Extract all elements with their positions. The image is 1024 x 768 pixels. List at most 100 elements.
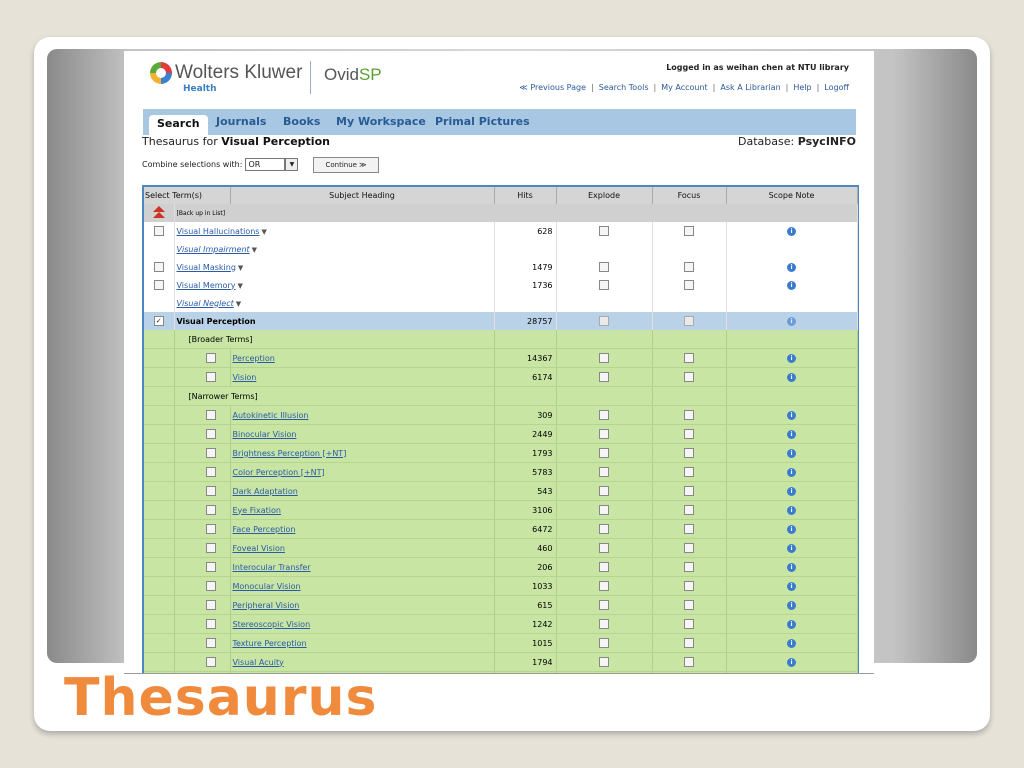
tab-search[interactable]: Search [149,115,208,135]
dropdown-arrow-icon[interactable]: ▼ [285,158,299,171]
expand-arrow-icon[interactable]: ▼ [238,264,243,272]
subject-heading-link[interactable]: Visual Neglect [177,299,234,308]
explode-checkbox[interactable] [599,581,609,591]
subject-heading-link[interactable]: Monocular Vision [233,582,301,591]
term-checkbox[interactable] [206,581,216,591]
term-checkbox[interactable] [206,543,216,553]
subject-heading-link[interactable]: Autokinetic Illusion [233,411,309,420]
logoff-link[interactable]: Logoff [824,83,849,92]
explode-checkbox[interactable] [599,316,609,326]
explode-checkbox[interactable] [599,619,609,629]
my-account-link[interactable]: My Account [661,83,707,92]
term-checkbox[interactable] [206,353,216,363]
subject-heading-link[interactable]: Binocular Vision [233,430,297,439]
explode-checkbox[interactable] [599,543,609,553]
explode-checkbox[interactable] [599,372,609,382]
explode-checkbox[interactable] [599,657,609,667]
focus-checkbox[interactable] [684,353,694,363]
info-icon[interactable]: i [787,506,796,515]
term-checkbox[interactable] [206,505,216,515]
expand-arrow-icon[interactable]: ▼ [237,282,242,290]
explode-checkbox[interactable] [599,486,609,496]
explode-checkbox[interactable] [599,262,609,272]
tab-books[interactable]: Books [283,115,320,128]
focus-checkbox[interactable] [684,581,694,591]
back-up-arrow-icon[interactable] [152,205,165,219]
focus-checkbox[interactable] [684,467,694,477]
info-icon[interactable]: i [787,601,796,610]
subject-heading-link[interactable]: Vision [233,373,257,382]
subject-heading-link[interactable]: Interocular Transfer [233,563,311,572]
subject-heading-link[interactable]: Brightness Perception [+NT] [233,449,347,458]
info-icon[interactable]: i [787,227,796,236]
focus-checkbox[interactable] [684,429,694,439]
explode-checkbox[interactable] [599,505,609,515]
explode-checkbox[interactable] [599,429,609,439]
focus-checkbox[interactable] [684,638,694,648]
search-tools-link[interactable]: Search Tools [599,83,649,92]
explode-checkbox[interactable] [599,410,609,420]
focus-checkbox[interactable] [684,505,694,515]
focus-checkbox[interactable] [684,262,694,272]
term-checkbox[interactable] [206,486,216,496]
focus-checkbox[interactable] [684,562,694,572]
focus-checkbox[interactable] [684,600,694,610]
info-icon[interactable]: i [787,658,796,667]
info-icon[interactable]: i [787,317,796,326]
expand-arrow-icon[interactable]: ▼ [252,246,257,254]
info-icon[interactable]: i [787,487,796,496]
continue-button[interactable]: Continue ≫ [313,157,379,173]
explode-checkbox[interactable] [599,524,609,534]
info-icon[interactable]: i [787,563,796,572]
subject-heading-link[interactable]: Visual Acuity [233,658,284,667]
back-up-link[interactable]: [Back up in List] [177,210,226,217]
term-checkbox[interactable] [153,262,164,272]
info-icon[interactable]: i [787,544,796,553]
tab-my-workspace[interactable]: My Workspace [336,115,426,128]
term-checkbox[interactable] [206,410,216,420]
info-icon[interactable]: i [787,411,796,420]
subject-heading-link[interactable]: Visual Memory [177,281,236,290]
explode-checkbox[interactable] [599,226,609,236]
term-checkbox-checked[interactable]: ✓ [153,316,164,326]
previous-page-link[interactable]: ≪ Previous Page [519,83,586,92]
subject-heading-link[interactable]: Peripheral Vision [233,601,300,610]
term-checkbox[interactable] [206,524,216,534]
expand-arrow-icon[interactable]: ▼ [261,228,266,236]
explode-checkbox[interactable] [599,280,609,290]
explode-checkbox[interactable] [599,562,609,572]
term-checkbox[interactable] [206,372,216,382]
info-icon[interactable]: i [787,430,796,439]
info-icon[interactable]: i [787,354,796,363]
term-checkbox[interactable] [206,638,216,648]
help-link[interactable]: Help [793,83,811,92]
focus-checkbox[interactable] [684,280,694,290]
focus-checkbox[interactable] [684,524,694,534]
subject-heading-link[interactable]: Foveal Vision [233,544,285,553]
subject-heading-link[interactable]: Visual Masking [177,263,236,272]
ovidsp-logo[interactable]: OvidSP [324,65,382,85]
expand-arrow-icon[interactable]: ▼ [236,300,241,308]
info-icon[interactable]: i [787,468,796,477]
subject-heading-link[interactable]: Texture Perception [233,639,307,648]
term-checkbox[interactable] [206,448,216,458]
explode-checkbox[interactable] [599,467,609,477]
focus-checkbox[interactable] [684,226,694,236]
focus-checkbox[interactable] [684,657,694,667]
subject-heading-link[interactable]: Perception [233,354,275,363]
term-checkbox[interactable] [206,467,216,477]
info-icon[interactable]: i [787,263,796,272]
subject-heading-link[interactable]: Dark Adaptation [233,487,298,496]
subject-heading-link[interactable]: Visual Impairment [177,245,250,254]
subject-heading-link[interactable]: Visual Hallucinations [177,227,260,236]
term-checkbox[interactable] [206,429,216,439]
focus-checkbox[interactable] [684,543,694,553]
subject-heading-link[interactable]: Face Perception [233,525,296,534]
term-checkbox[interactable] [153,280,164,290]
focus-checkbox[interactable] [684,372,694,382]
term-checkbox[interactable] [206,657,216,667]
info-icon[interactable]: i [787,582,796,591]
ask-librarian-link[interactable]: Ask A Librarian [720,83,780,92]
tab-journals[interactable]: Journals [216,115,266,128]
explode-checkbox[interactable] [599,638,609,648]
